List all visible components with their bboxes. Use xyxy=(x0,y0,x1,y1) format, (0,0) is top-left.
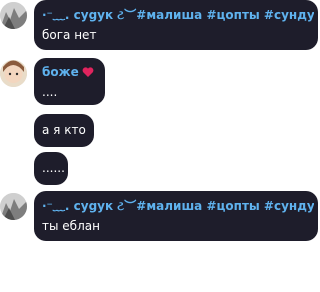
sender-name[interactable]: ·⁻﹏. cуgук ટ︶#малиша #цопты #сундук xyxy=(42,197,314,214)
message-bubble[interactable]: ·⁻﹏. cуgук ટ︶#малиша #цопты #сундук бога… xyxy=(34,0,318,50)
sender-name[interactable]: боже xyxy=(42,65,101,79)
message-bubble[interactable]: а я кто xyxy=(34,114,94,147)
message-text: бога нет xyxy=(42,28,97,42)
heart-icon xyxy=(82,67,94,77)
avatar-photo xyxy=(0,2,27,29)
message-bubble[interactable]: ·⁻﹏. cуgук ટ︶#малиша #цопты #сундук ты е… xyxy=(34,191,318,241)
avatar-photo xyxy=(0,193,27,220)
sender-name[interactable]: ·⁻﹏. cуgук ટ︶#малиша #цопты #сундук xyxy=(42,6,314,23)
avatar[interactable] xyxy=(0,2,27,29)
message-bubble[interactable]: боже .... xyxy=(34,58,105,105)
message-text: а я кто xyxy=(42,123,86,137)
avatar[interactable] xyxy=(0,60,27,87)
message-text: ...... xyxy=(42,161,65,175)
message-text: .... xyxy=(42,85,58,99)
message-text: ты еблан xyxy=(42,219,100,233)
avatar-photo xyxy=(0,60,27,87)
avatar[interactable] xyxy=(0,193,27,220)
message-bubble[interactable]: ...... xyxy=(34,152,68,185)
sender-name-text: боже xyxy=(42,65,79,79)
